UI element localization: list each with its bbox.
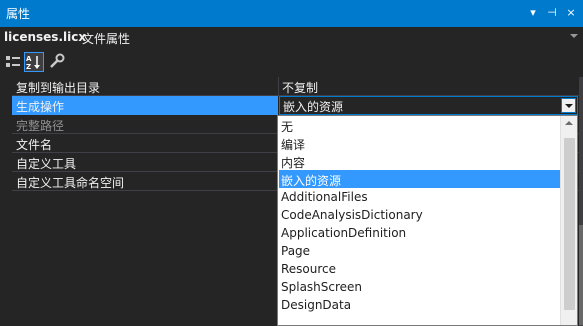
dropdown-option[interactable]: SplashScreen [279, 278, 560, 296]
dropdown-option[interactable]: Page [279, 242, 560, 260]
property-name: 生成操作 [16, 100, 65, 114]
property-name: 文件名 [16, 138, 53, 152]
property-name: 复制到输出目录 [16, 81, 101, 95]
combobox-value: 嵌入的资源 [283, 100, 344, 114]
properties-title-bar: 属性 ▾ ⊣ × [0, 0, 583, 27]
object-selector-chevron-down-icon[interactable] [570, 34, 578, 38]
svg-text:A: A [26, 55, 32, 63]
object-type: 文件属性 [82, 32, 131, 46]
chevron-down-icon [565, 104, 573, 108]
property-value[interactable]: 不复制 [282, 79, 318, 96]
scroll-up-arrow-icon[interactable] [565, 121, 573, 125]
object-name: licenses.licx [4, 30, 87, 44]
object-selector[interactable]: licenses.licx 文件属性 [0, 27, 583, 49]
dropdown-option[interactable]: CodeAnalysisDictionary [279, 206, 560, 224]
categorized-icon [6, 56, 20, 67]
alphabetical-button[interactable]: A Z [24, 52, 44, 72]
dropdown-option-selected[interactable]: 嵌入的资源 [279, 170, 560, 188]
dropdown-option[interactable]: DesignData [279, 296, 560, 314]
properties-toolbar: A Z [0, 49, 583, 75]
svg-text:Z: Z [26, 63, 31, 71]
dropdown-option[interactable]: 内容 [279, 152, 560, 170]
property-row-build-action[interactable]: 生成操作 嵌入的资源 [0, 96, 583, 115]
property-row-copy-to-output[interactable]: 复制到输出目录 不复制 [0, 77, 583, 96]
pin-icon[interactable]: ⊣ [543, 3, 561, 23]
window-menu-dropdown-icon[interactable]: ▾ [524, 3, 542, 23]
wrench-icon [50, 53, 65, 68]
dropdown-scrollbar[interactable] [560, 116, 577, 325]
dropdown-scrollbar-thumb[interactable] [564, 138, 575, 310]
property-grid-scrollbar[interactable] [579, 77, 583, 326]
property-pages-button[interactable] [47, 52, 67, 72]
build-action-dropdown-list[interactable]: 无 编译 内容 嵌入的资源 AdditionalFiles CodeAnalys… [277, 115, 578, 326]
property-name: 自定义工具命名空间 [16, 176, 125, 190]
property-name: 完整路径 [16, 119, 65, 133]
property-name: 自定义工具 [16, 157, 77, 171]
scrollbar-thumb[interactable] [579, 225, 583, 325]
column-divider[interactable] [278, 77, 279, 96]
dropdown-option[interactable]: AdditionalFiles [279, 188, 560, 206]
window-title: 属性 [6, 7, 31, 21]
close-icon[interactable]: × [562, 3, 580, 23]
combobox-dropdown-button[interactable] [561, 98, 576, 113]
build-action-combobox[interactable]: 嵌入的资源 [279, 96, 578, 115]
dropdown-option[interactable]: ApplicationDefinition [279, 224, 560, 242]
dropdown-option[interactable]: Resource [279, 260, 560, 278]
alphabetical-sort-icon: A Z [26, 55, 40, 71]
dropdown-option[interactable]: 无 [279, 116, 560, 134]
categorized-button[interactable] [3, 52, 23, 72]
dropdown-option[interactable]: 编译 [279, 134, 560, 152]
